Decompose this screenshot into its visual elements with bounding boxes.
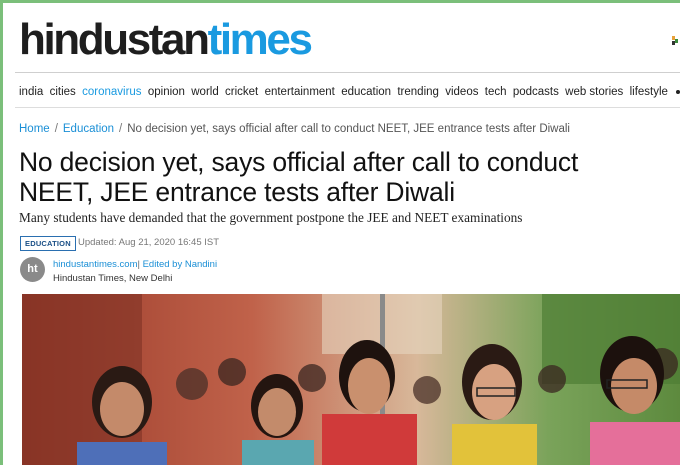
section-badge[interactable]: EDUCATION	[20, 236, 76, 251]
dateline: Hindustan Times, New Delhi	[53, 273, 173, 284]
site-logo[interactable]: hindustantimes	[19, 14, 313, 66]
breadcrumb-education[interactable]: Education	[63, 123, 114, 135]
byline: hindustantimes.com| Edited by Nandini	[53, 259, 217, 270]
nav-item-entertainment[interactable]: entertainment	[265, 86, 335, 98]
nav-item-podcasts[interactable]: podcasts	[513, 86, 559, 98]
hero-photo-students	[22, 294, 680, 465]
source-link[interactable]: hindustantimes.com	[53, 259, 137, 270]
nav-item-web-stories[interactable]: web stories	[565, 86, 623, 98]
nav-item-cricket[interactable]: cricket	[225, 86, 258, 98]
nav-item-world[interactable]: world	[191, 86, 218, 98]
partial-icon	[672, 36, 678, 46]
more-menu-icon[interactable]	[676, 90, 680, 94]
masthead-divider	[15, 72, 680, 73]
nav-item-education[interactable]: education	[341, 86, 391, 98]
breadcrumb-separator: /	[119, 123, 123, 135]
hero-image[interactable]	[22, 294, 680, 465]
nav-item-opinion[interactable]: opinion	[148, 86, 185, 98]
logo-text-blue: times	[207, 15, 313, 64]
breadcrumb-separator: /	[54, 123, 58, 135]
editor-link[interactable]: Edited by Nandini	[143, 259, 217, 270]
nav-item-cities[interactable]: cities	[50, 86, 76, 98]
nav-divider	[15, 107, 680, 108]
nav-item-india[interactable]: india	[19, 86, 43, 98]
nav-item-lifestyle[interactable]: lifestyle	[630, 86, 668, 98]
updated-timestamp: Updated: Aug 21, 2020 16:45 IST	[78, 237, 220, 248]
nav-item-videos[interactable]: videos	[445, 86, 478, 98]
nav-item-coronavirus[interactable]: coronavirus	[82, 86, 141, 98]
author-avatar: ht	[20, 257, 45, 282]
breadcrumb-current: No decision yet, says official after cal…	[127, 123, 570, 135]
nav-item-tech[interactable]: tech	[485, 86, 507, 98]
logo-text-dark: hindustan	[19, 15, 210, 64]
main-nav: india cities coronavirus opinion world cricke…	[19, 84, 680, 100]
window-left-border	[0, 0, 3, 465]
page-title: No decision yet, says official after cal…	[19, 147, 579, 207]
nav-item-trending[interactable]: trending	[397, 86, 439, 98]
article-summary: Many students have demanded that the gov…	[19, 210, 523, 225]
breadcrumb-home[interactable]: Home	[19, 123, 50, 135]
breadcrumb: Home / Education / No decision yet, says off…	[19, 123, 570, 135]
